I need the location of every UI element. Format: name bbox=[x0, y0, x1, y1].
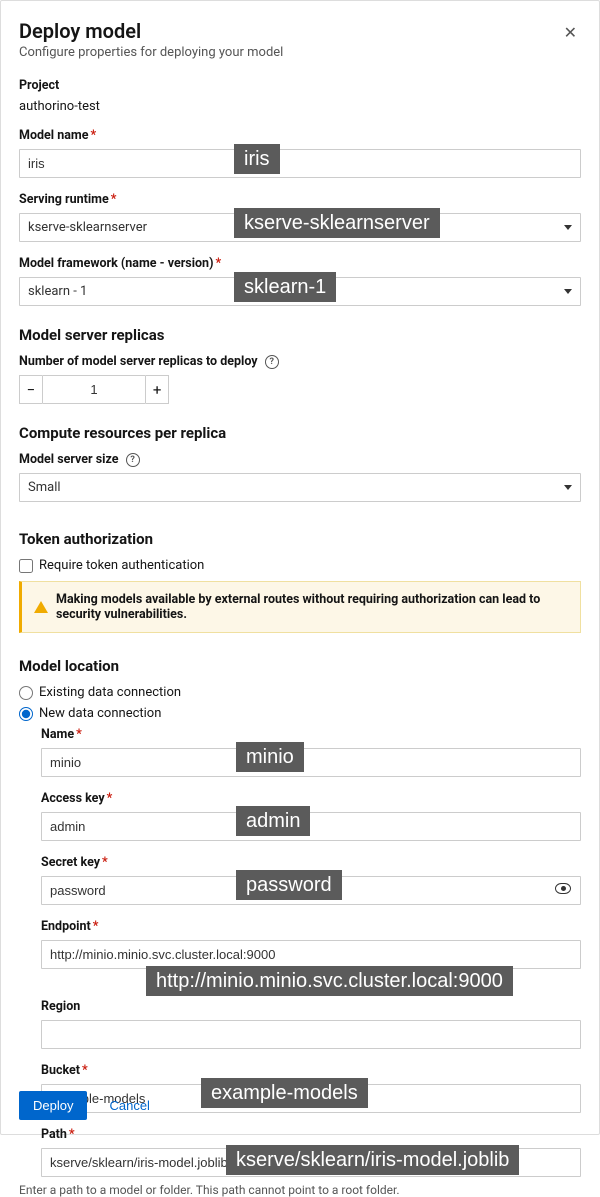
secret-key-label: Secret key* bbox=[41, 855, 581, 870]
replicas-input[interactable] bbox=[42, 375, 147, 404]
project-label: Project bbox=[19, 78, 581, 93]
chevron-down-icon bbox=[564, 289, 572, 294]
deploy-model-modal: Deploy model Configure properties for de… bbox=[0, 0, 600, 1135]
token-section-title: Token authorization bbox=[19, 530, 581, 548]
new-connection-radio[interactable] bbox=[19, 707, 33, 721]
existing-connection-radio[interactable] bbox=[19, 686, 33, 700]
server-size-label: Model server size ? bbox=[19, 452, 581, 467]
chevron-down-icon bbox=[564, 485, 572, 490]
project-value: authorino-test bbox=[19, 99, 581, 114]
required-asterisk: * bbox=[76, 727, 82, 742]
conn-name-field: Name* minio bbox=[41, 727, 581, 777]
require-token-label: Require token authentication bbox=[39, 558, 204, 573]
bucket-label: Bucket* bbox=[41, 1063, 581, 1078]
replicas-stepper: − + bbox=[19, 375, 169, 404]
required-asterisk: * bbox=[90, 128, 96, 143]
model-framework-label: Model framework (name - version)* bbox=[19, 256, 581, 271]
required-asterisk: * bbox=[111, 192, 117, 207]
path-help-text: Enter a path to a model or folder. This … bbox=[19, 1183, 581, 1197]
location-section-title: Model location bbox=[19, 657, 581, 675]
modal-header: Deploy model Configure properties for de… bbox=[19, 19, 581, 78]
require-token-checkbox[interactable] bbox=[19, 559, 33, 573]
cancel-button[interactable]: Cancel bbox=[109, 1098, 149, 1113]
warning-icon bbox=[34, 601, 48, 613]
serving-runtime-label: Serving runtime* bbox=[19, 192, 581, 207]
secret-key-field: Secret key* password bbox=[41, 855, 581, 905]
server-size-select[interactable]: Small bbox=[19, 473, 581, 502]
secret-key-input[interactable] bbox=[41, 876, 581, 905]
model-name-section: Model name* iris bbox=[19, 128, 581, 178]
new-connection-label: New data connection bbox=[39, 706, 161, 721]
serving-runtime-select[interactable]: kserve-sklearnserver bbox=[19, 213, 581, 242]
server-size-field: Model server size ? Small bbox=[19, 452, 581, 502]
new-connection-radio-row: New data connection bbox=[19, 706, 581, 721]
existing-connection-label: Existing data connection bbox=[39, 685, 181, 700]
access-key-field: Access key* admin bbox=[41, 791, 581, 841]
new-connection-fields: Name* minio Access key* admin Secret key… bbox=[41, 727, 581, 1197]
region-input[interactable] bbox=[41, 1020, 581, 1049]
path-input[interactable] bbox=[41, 1148, 581, 1177]
required-asterisk: * bbox=[93, 919, 99, 934]
annotation-overlay: http://minio.minio.svc.cluster.local:900… bbox=[146, 966, 513, 996]
conn-name-label: Name* bbox=[41, 727, 581, 742]
model-framework-select[interactable]: sklearn - 1 bbox=[19, 277, 581, 306]
required-asterisk: * bbox=[107, 791, 113, 806]
model-name-input[interactable] bbox=[19, 149, 581, 178]
model-framework-section: Model framework (name - version)* sklear… bbox=[19, 256, 581, 306]
replicas-section-title: Model server replicas bbox=[19, 326, 581, 344]
serving-runtime-section: Serving runtime* kserve-sklearnserver ks… bbox=[19, 192, 581, 242]
model-name-label: Model name* bbox=[19, 128, 581, 143]
required-asterisk: * bbox=[82, 1063, 88, 1078]
access-key-input[interactable] bbox=[41, 812, 581, 841]
endpoint-input[interactable] bbox=[41, 940, 581, 969]
required-asterisk: * bbox=[102, 855, 108, 870]
help-icon[interactable]: ? bbox=[265, 355, 279, 369]
region-label: Region bbox=[41, 999, 581, 1014]
replicas-field: Number of model server replicas to deplo… bbox=[19, 354, 581, 404]
close-icon[interactable]: ✕ bbox=[560, 19, 581, 46]
required-asterisk: * bbox=[215, 256, 221, 271]
modal-title: Deploy model bbox=[19, 19, 283, 43]
token-warning-alert: Making models available by external rout… bbox=[19, 581, 581, 633]
chevron-down-icon bbox=[564, 225, 572, 230]
eye-icon[interactable] bbox=[555, 883, 571, 894]
conn-name-input[interactable] bbox=[41, 748, 581, 777]
project-section: Project authorino-test bbox=[19, 78, 581, 114]
decrement-button[interactable]: − bbox=[19, 375, 42, 404]
require-token-checkbox-row: Require token authentication bbox=[19, 558, 581, 573]
existing-connection-radio-row: Existing data connection bbox=[19, 685, 581, 700]
endpoint-label: Endpoint* bbox=[41, 919, 581, 934]
increment-button[interactable]: + bbox=[146, 375, 169, 404]
region-field: Region bbox=[41, 999, 581, 1049]
access-key-label: Access key* bbox=[41, 791, 581, 806]
modal-footer: Deploy Cancel bbox=[19, 1091, 150, 1120]
replicas-label: Number of model server replicas to deplo… bbox=[19, 354, 581, 369]
deploy-button[interactable]: Deploy bbox=[19, 1091, 87, 1120]
compute-section-title: Compute resources per replica bbox=[19, 424, 581, 442]
modal-subtitle: Configure properties for deploying your … bbox=[19, 45, 283, 60]
token-warning-text: Making models available by external rout… bbox=[56, 592, 568, 622]
help-icon[interactable]: ? bbox=[126, 453, 140, 467]
endpoint-field: Endpoint* http://minio.minio.svc.cluster… bbox=[41, 919, 581, 969]
